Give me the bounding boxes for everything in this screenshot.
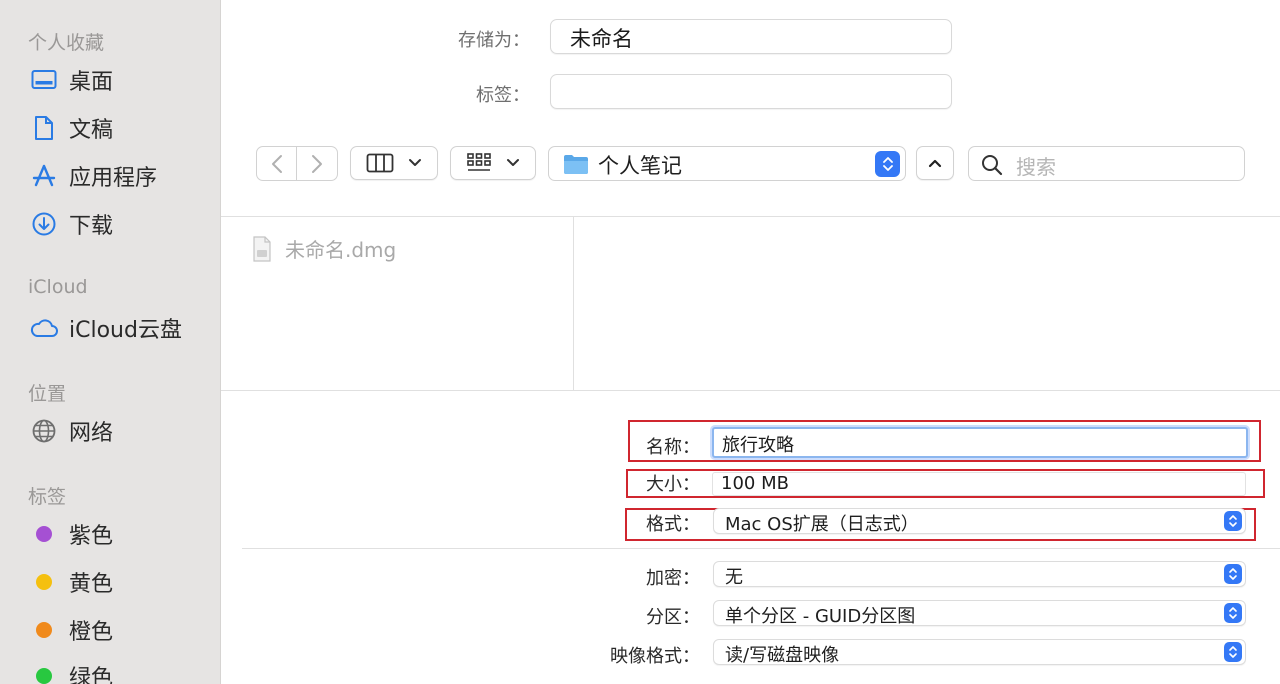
image-format-stepper xyxy=(1224,642,1242,662)
name-value: 旅行攻略 xyxy=(722,435,794,456)
sidebar-tag-yellow[interactable]: 黄色 xyxy=(30,565,113,599)
sidebar-tag-orange[interactable]: 橙色 xyxy=(30,613,113,647)
network-icon xyxy=(30,417,58,445)
view-mode-button[interactable] xyxy=(350,146,438,180)
image-format-label: 映像格式： xyxy=(610,646,700,667)
sidebar-item-network[interactable]: 网络 xyxy=(30,414,113,448)
location-popup[interactable]: 个人笔记 xyxy=(548,146,906,181)
save-as-field[interactable]: 未命名 xyxy=(550,19,952,54)
up-down-chevron-icon xyxy=(1229,607,1237,619)
sidebar-item-documents[interactable]: 文稿 xyxy=(30,111,113,145)
tag-dot-icon xyxy=(30,616,58,644)
sidebar-section-locations: 位置 xyxy=(28,383,67,405)
file-name: 未命名.dmg xyxy=(285,238,397,262)
location-value: 个人笔记 xyxy=(598,154,682,178)
location-stepper[interactable] xyxy=(875,151,900,177)
sidebar-item-label: 下载 xyxy=(69,214,114,239)
disk-image-file-icon xyxy=(253,235,271,262)
sidebar-tag-green[interactable]: 绿色 xyxy=(30,659,113,684)
partition-value: 单个分区 - GUID分区图 xyxy=(725,606,916,627)
forward-button[interactable] xyxy=(297,146,338,181)
encryption-stepper xyxy=(1224,564,1242,584)
sidebar-item-label: 网络 xyxy=(69,421,114,446)
group-by-button[interactable] xyxy=(450,146,536,180)
encryption-label: 加密： xyxy=(646,568,700,589)
expand-collapse-button[interactable] xyxy=(916,146,954,180)
download-icon xyxy=(30,210,58,238)
chevron-down-icon xyxy=(507,159,519,166)
sidebar-item-label: 文稿 xyxy=(69,118,114,143)
partition-popup[interactable]: 单个分区 - GUID分区图 xyxy=(713,600,1246,627)
save-dialog: 个人收藏 桌面 文稿 应用程序 下载 iCloud iCloud云盘 位置 网络… xyxy=(0,0,1280,684)
sidebar-item-applications[interactable]: 应用程序 xyxy=(30,159,157,193)
chevron-right-icon xyxy=(312,154,322,173)
sidebar-item-label: 绿色 xyxy=(69,666,114,684)
tags-field[interactable] xyxy=(550,74,952,109)
browser-bottom-divider xyxy=(221,390,1280,391)
format-label: 格式： xyxy=(646,514,700,535)
sidebar-item-label: 应用程序 xyxy=(69,166,158,191)
partition-stepper xyxy=(1224,603,1242,623)
applications-icon xyxy=(30,162,58,190)
format-stepper xyxy=(1224,511,1242,531)
chevron-left-icon xyxy=(271,154,282,173)
sidebar-item-label: 黄色 xyxy=(69,572,114,597)
sidebar-item-label: iCloud云盘 xyxy=(69,318,182,343)
sidebar-section-favorites: 个人收藏 xyxy=(28,32,105,54)
tag-dot-icon xyxy=(30,568,58,596)
encryption-value: 无 xyxy=(725,567,743,588)
back-button[interactable] xyxy=(256,146,297,181)
search-icon xyxy=(982,155,1003,176)
sidebar-section-tags: 标签 xyxy=(28,486,67,508)
sidebar-item-label: 橙色 xyxy=(69,620,114,645)
name-field[interactable]: 旅行攻略 xyxy=(712,427,1248,458)
columns-view-icon xyxy=(366,153,394,173)
size-value: 100 MB xyxy=(721,473,789,494)
tag-dot-icon xyxy=(30,662,58,684)
chevron-up-icon xyxy=(928,159,942,168)
sidebar-item-icloud-drive[interactable]: iCloud云盘 xyxy=(30,311,182,345)
format-popup[interactable]: Mac OS扩展（日志式） xyxy=(713,508,1246,535)
tag-dot-icon xyxy=(30,520,58,548)
sidebar-section-icloud: iCloud xyxy=(28,276,88,298)
size-label: 大小： xyxy=(646,474,700,495)
column-divider xyxy=(573,217,574,390)
sidebar-item-desktop[interactable]: 桌面 xyxy=(30,63,113,97)
nav-back-forward xyxy=(256,146,338,181)
encryption-popup[interactable]: 无 xyxy=(713,561,1246,588)
save-as-label: 存储为： xyxy=(458,30,530,51)
sidebar-tag-purple[interactable]: 紫色 xyxy=(30,517,113,551)
document-icon xyxy=(30,114,58,142)
image-format-value: 读/写磁盘映像 xyxy=(725,645,840,666)
tags-label: 标签： xyxy=(476,85,530,106)
folder-icon xyxy=(564,155,588,174)
image-format-popup[interactable]: 读/写磁盘映像 xyxy=(713,639,1246,666)
grid-group-icon xyxy=(467,153,491,171)
sidebar: 个人收藏 桌面 文稿 应用程序 下载 iCloud iCloud云盘 位置 网络… xyxy=(0,0,221,684)
sidebar-item-label: 紫色 xyxy=(69,524,114,549)
search-field[interactable]: 搜索 xyxy=(968,146,1245,181)
options-divider xyxy=(242,548,1280,549)
size-field[interactable]: 100 MB xyxy=(712,472,1246,496)
cloud-icon xyxy=(30,314,58,342)
up-down-chevron-icon xyxy=(1229,646,1237,658)
up-down-chevron-icon xyxy=(1229,515,1237,527)
name-label: 名称： xyxy=(646,437,700,458)
sidebar-item-label: 桌面 xyxy=(69,70,114,95)
browser-top-divider xyxy=(221,216,1280,217)
format-value: Mac OS扩展（日志式） xyxy=(725,514,919,535)
sidebar-item-downloads[interactable]: 下载 xyxy=(30,207,113,241)
save-as-value: 未命名 xyxy=(570,27,633,51)
file-item[interactable]: 未命名.dmg xyxy=(252,234,396,263)
up-down-chevron-icon xyxy=(882,157,893,171)
up-down-chevron-icon xyxy=(1229,568,1237,580)
search-placeholder: 搜索 xyxy=(1016,155,1056,179)
chevron-down-icon xyxy=(409,159,421,166)
desktop-icon xyxy=(30,66,58,94)
partition-label: 分区： xyxy=(646,607,700,628)
